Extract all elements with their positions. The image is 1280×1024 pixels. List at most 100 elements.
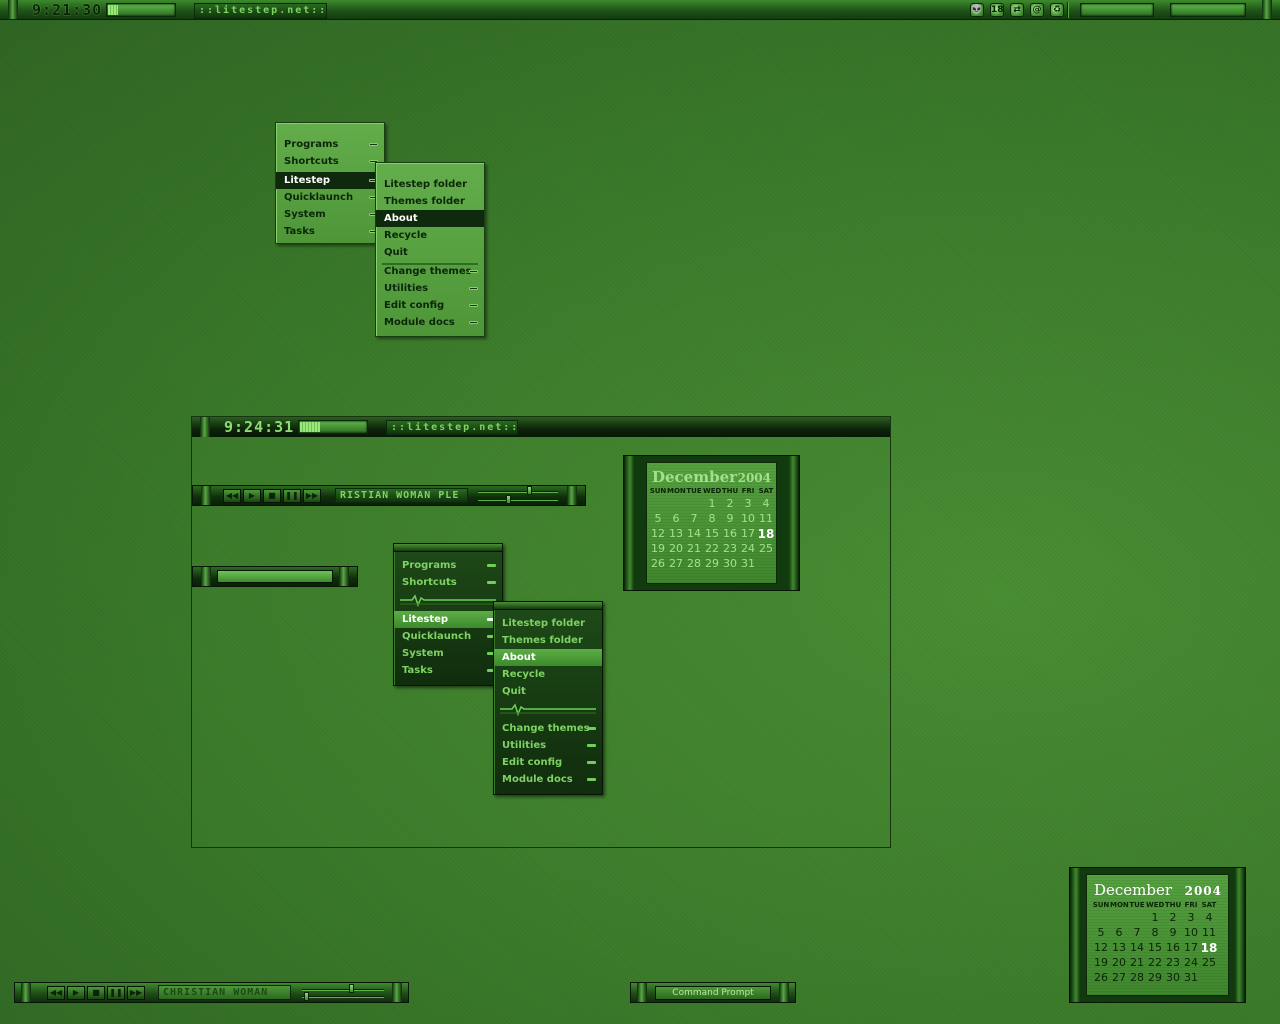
- calendar-day: 7: [690, 512, 698, 525]
- site-label[interactable]: ::litestep.net::...: [194, 3, 327, 19]
- pause-icon[interactable]: ❚❚: [283, 489, 301, 503]
- menu-item-label: About: [384, 213, 418, 224]
- menu-item-module-docs[interactable]: Module docs: [376, 314, 484, 331]
- calendar-day: 16: [1166, 941, 1180, 954]
- preview-volume-knob[interactable]: [506, 495, 511, 504]
- menu-item-shortcuts[interactable]: Shortcuts: [276, 153, 384, 170]
- calendar-weekday: MON: [667, 487, 686, 495]
- preview-volume-track[interactable]: [478, 499, 558, 501]
- calendar-day: 21: [1130, 956, 1144, 969]
- stop-icon[interactable]: ■: [263, 489, 281, 503]
- menu-item-litestep[interactable]: Litestep: [394, 611, 502, 628]
- forward-icon[interactable]: ▶▶: [127, 986, 145, 1000]
- menu-item-utilities[interactable]: Utilities: [494, 737, 602, 754]
- preview-calendar: December 2004 SUN MON TUE WED THU FRI SAT 1 2 3 4 5…: [623, 455, 800, 591]
- submenu-arrow-icon: [587, 744, 596, 747]
- alien-icon[interactable]: 👽: [970, 3, 984, 17]
- menu-item-about[interactable]: About: [494, 649, 602, 666]
- seek-knob[interactable]: [349, 984, 354, 993]
- menu-item-quicklaunch[interactable]: Quicklaunch: [394, 628, 502, 645]
- network-icon[interactable]: ⇄: [1010, 3, 1024, 17]
- forward-icon[interactable]: ▶▶: [303, 489, 321, 503]
- menu-item-quit[interactable]: Quit: [494, 683, 602, 700]
- menu-item-system[interactable]: System: [276, 206, 384, 223]
- preview-site-label[interactable]: ::litestep.net::...: [386, 420, 518, 435]
- menu-item-programs[interactable]: Programs: [276, 136, 384, 153]
- submenu-arrow-icon: [587, 778, 596, 781]
- volume-track[interactable]: [302, 996, 384, 998]
- menu-item-litestep[interactable]: Litestep: [276, 172, 384, 189]
- calendar-day: 7: [1133, 926, 1141, 939]
- bar-cap-left: [201, 567, 211, 586]
- desktop-calendar-year: 2004: [1184, 884, 1222, 898]
- calendar-day: 17: [741, 527, 755, 540]
- menu-item-module-docs[interactable]: Module docs: [494, 771, 602, 788]
- menu-item-about[interactable]: About: [376, 210, 484, 227]
- menu-item-label: Module docs: [502, 774, 573, 785]
- calendar-day: 27: [1112, 971, 1126, 984]
- menu-item-shortcuts[interactable]: Shortcuts: [394, 574, 502, 591]
- preview-command-bar: [192, 566, 358, 587]
- rewind-icon[interactable]: ◀◀: [223, 489, 241, 503]
- menu-item-label: Litestep folder: [502, 618, 586, 629]
- preview-command-field[interactable]: [217, 570, 333, 583]
- menu-item-label: Recycle: [384, 230, 428, 241]
- menu-item-label: Utilities: [384, 283, 429, 294]
- volume-meter[interactable]: [1080, 3, 1154, 17]
- calendar-day: 22: [705, 542, 719, 555]
- calendar-day: 30: [1166, 971, 1180, 984]
- stop-icon[interactable]: ■: [87, 986, 105, 1000]
- calendar-date-icon[interactable]: 18: [990, 3, 1004, 17]
- menu-item-utilities[interactable]: Utilities: [376, 280, 484, 297]
- menu-item-edit-config[interactable]: Edit config: [494, 754, 602, 771]
- menu-item-recycle[interactable]: Recycle: [494, 666, 602, 683]
- menu-item-litestep-folder[interactable]: Litestep folder: [494, 615, 602, 632]
- desktop-calendar: December 2004 SUN MON TUE WED THU FRI SAT 1 2 3 4 5…: [1069, 867, 1246, 1003]
- menu-item-themes-folder[interactable]: Themes folder: [376, 193, 484, 210]
- play-icon[interactable]: ▶: [243, 489, 261, 503]
- calendar-day: 28: [1130, 971, 1144, 984]
- menu-item-label: Tasks: [402, 665, 433, 676]
- menu-item-change-themes[interactable]: Change themes: [494, 720, 602, 737]
- menu-item-system[interactable]: System: [394, 645, 502, 662]
- seek-track[interactable]: [302, 989, 384, 991]
- swirl-icon[interactable]: @: [1030, 3, 1044, 17]
- calendar-day: 11: [1202, 926, 1216, 939]
- menu-item-edit-config[interactable]: Edit config: [376, 297, 484, 314]
- preview-seek-knob[interactable]: [527, 486, 532, 495]
- calendar-day: 6: [672, 512, 680, 525]
- recycle-icon[interactable]: ♻: [1050, 3, 1064, 17]
- calendar-weekday: WED: [703, 487, 722, 495]
- volume-knob[interactable]: [304, 992, 309, 1001]
- menu-item-tasks[interactable]: Tasks: [276, 223, 384, 240]
- calendar-day: 3: [744, 497, 752, 510]
- calendar-day: 15: [705, 527, 719, 540]
- menu-item-label: Edit config: [384, 300, 445, 311]
- menu-item-litestep-folder[interactable]: Litestep folder: [376, 176, 484, 193]
- menu-item-programs[interactable]: Programs: [394, 557, 502, 574]
- calendar-day: 27: [669, 557, 683, 570]
- preview-player-controls: ◀◀ ▶ ■ ❚❚ ▶▶: [223, 489, 321, 503]
- calendar-weekday: FRI: [741, 487, 755, 495]
- popup-menu-main: Programs Shortcuts Litestep Quicklaunch …: [275, 122, 385, 244]
- play-icon[interactable]: ▶: [67, 986, 85, 1000]
- menu-item-label: Shortcuts: [284, 156, 339, 167]
- menu-item-recycle[interactable]: Recycle: [376, 227, 484, 244]
- preview-seek-track[interactable]: [478, 491, 558, 493]
- calendar-day: 4: [1205, 911, 1213, 924]
- menu-item-quit[interactable]: Quit: [376, 244, 484, 261]
- theme-preview-window: 9:24:31 ::litestep.net::... ◀◀ ▶ ■ ❚❚ ▶▶…: [191, 416, 891, 848]
- calendar-day: 29: [1148, 971, 1162, 984]
- menu-item-themes-folder[interactable]: Themes folder: [494, 632, 602, 649]
- menu-item-label: Shortcuts: [402, 577, 457, 588]
- menu-item-tasks[interactable]: Tasks: [394, 662, 502, 679]
- rewind-icon[interactable]: ◀◀: [47, 986, 65, 1000]
- calendar-day: 19: [1094, 956, 1108, 969]
- pause-icon[interactable]: ❚❚: [107, 986, 125, 1000]
- bar-cap-left: [637, 983, 647, 1002]
- menu-item-quicklaunch[interactable]: Quicklaunch: [276, 189, 384, 206]
- calendar-day: 28: [687, 557, 701, 570]
- menu-item-change-themes[interactable]: Change themes: [376, 263, 484, 280]
- menu-item-label: Quit: [502, 686, 526, 697]
- command-prompt-input[interactable]: Command Prompt: [655, 986, 771, 1000]
